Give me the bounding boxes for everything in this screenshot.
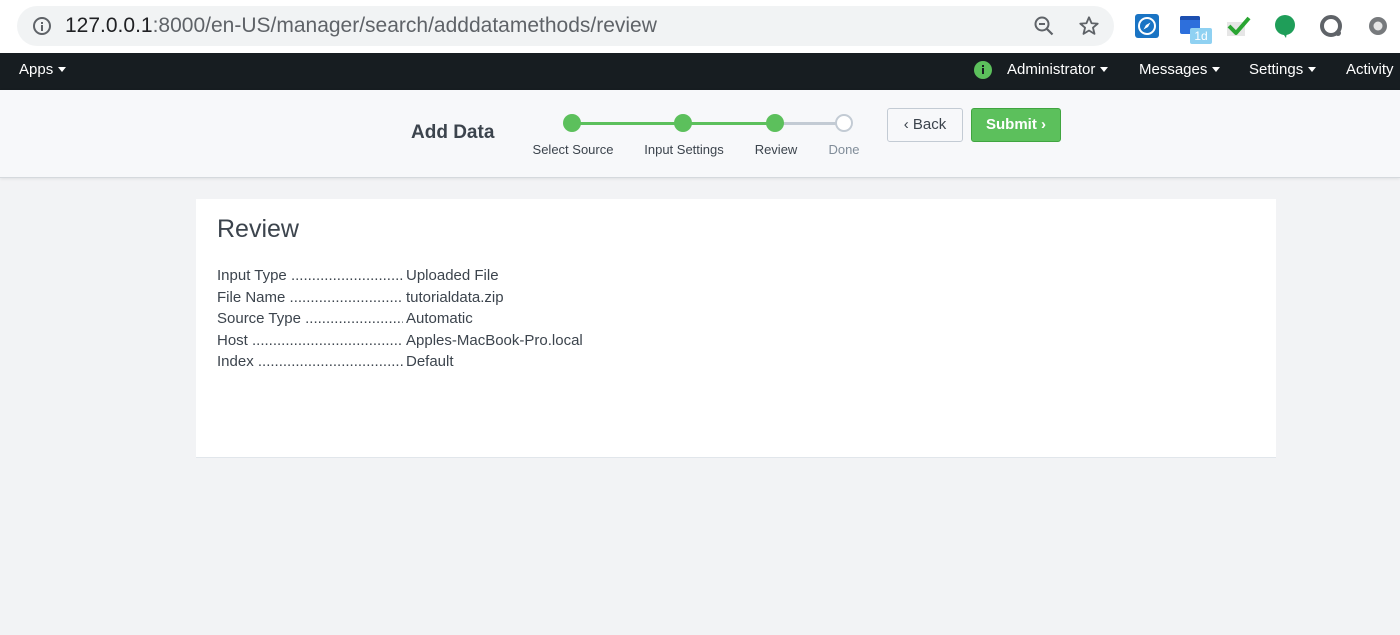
caret-down-icon	[1308, 67, 1317, 72]
review-key: File Name ..............................…	[217, 288, 403, 306]
wizard-title: Add Data	[411, 122, 495, 143]
settings-menu[interactable]: Settings	[1249, 53, 1317, 90]
activity-label: Activity	[1346, 61, 1394, 78]
calendar-badge: 1d	[1190, 28, 1212, 44]
review-value: tutorialdata.zip	[406, 288, 504, 306]
review-key: Source Type ............................…	[217, 310, 403, 328]
app-nav-bar: Apps Administrator Messages Settings Act…	[0, 53, 1400, 90]
review-value: Apples-MacBook-Pro.local	[406, 331, 583, 349]
url-path: :8000/en-US/manager/search/adddatamethod…	[152, 14, 657, 37]
chevron-left-icon: ‹	[903, 116, 909, 133]
ring-icon[interactable]	[1366, 14, 1390, 38]
circle-icon[interactable]	[1319, 14, 1343, 38]
activity-menu[interactable]: Activity	[1346, 53, 1394, 90]
url-host: 127.0.0.1	[65, 14, 153, 37]
back-label: Back	[912, 116, 947, 133]
submit-button[interactable]: Submit ›	[971, 108, 1061, 142]
user-menu[interactable]: Administrator	[1007, 53, 1109, 90]
submit-label: Submit	[985, 116, 1037, 133]
checkmark-icon[interactable]	[1227, 14, 1251, 38]
url-text[interactable]: 127.0.0.1:8000/en-US/manager/search/addd…	[65, 15, 657, 37]
chat-bubble-icon[interactable]	[1273, 14, 1297, 38]
review-row-input-type: Input Type .............................…	[217, 265, 917, 287]
address-bar[interactable]: 127.0.0.1:8000/en-US/manager/search/addd…	[17, 6, 1114, 46]
caret-down-icon	[1100, 67, 1109, 72]
step-dot-input-settings	[674, 114, 692, 132]
review-value: Automatic	[406, 310, 473, 328]
step-dot-select-source	[563, 114, 581, 132]
calendar-icon[interactable]: 1d	[1180, 14, 1212, 44]
review-row-index: Index ..................................…	[217, 351, 917, 373]
step-label-done: Done	[828, 142, 860, 157]
chevron-right-icon: ›	[1041, 116, 1046, 133]
caret-down-icon	[58, 67, 67, 72]
messages-label: Messages	[1139, 61, 1208, 78]
review-value: Default	[406, 353, 454, 371]
step-dot-review	[766, 114, 784, 132]
review-panel: Review Input Type ......................…	[196, 199, 1276, 458]
review-title: Review	[217, 215, 299, 243]
review-row-file-name: File Name ..............................…	[217, 287, 917, 309]
user-label: Administrator	[1007, 61, 1096, 78]
info-icon[interactable]	[33, 17, 51, 35]
review-row-source-type: Source Type ............................…	[217, 308, 917, 330]
apps-label: Apps	[19, 61, 54, 78]
progress-track-pending	[775, 122, 844, 125]
review-key: Host ...................................…	[217, 331, 403, 349]
step-dot-done	[835, 114, 853, 132]
settings-label: Settings	[1249, 61, 1304, 78]
review-details: Input Type .............................…	[217, 265, 917, 373]
star-icon[interactable]	[1078, 15, 1100, 37]
browser-toolbar: 127.0.0.1:8000/en-US/manager/search/addd…	[0, 0, 1400, 53]
review-key: Index ..................................…	[217, 353, 403, 371]
review-value: Uploaded File	[406, 267, 499, 284]
zoom-out-icon[interactable]	[1034, 16, 1054, 36]
apps-menu[interactable]: Apps	[19, 53, 67, 90]
back-button[interactable]: ‹ Back	[887, 108, 963, 142]
status-info-icon[interactable]	[974, 61, 992, 79]
messages-menu[interactable]: Messages	[1139, 53, 1221, 90]
step-label-select-source: Select Source	[532, 142, 614, 157]
review-key: Input Type .............................…	[217, 267, 403, 284]
review-row-host: Host ...................................…	[217, 330, 917, 352]
caret-down-icon	[1212, 67, 1221, 72]
compass-icon[interactable]	[1135, 14, 1159, 38]
add-data-wizard: Add Data Select Source Input Settings Re…	[0, 90, 1400, 178]
